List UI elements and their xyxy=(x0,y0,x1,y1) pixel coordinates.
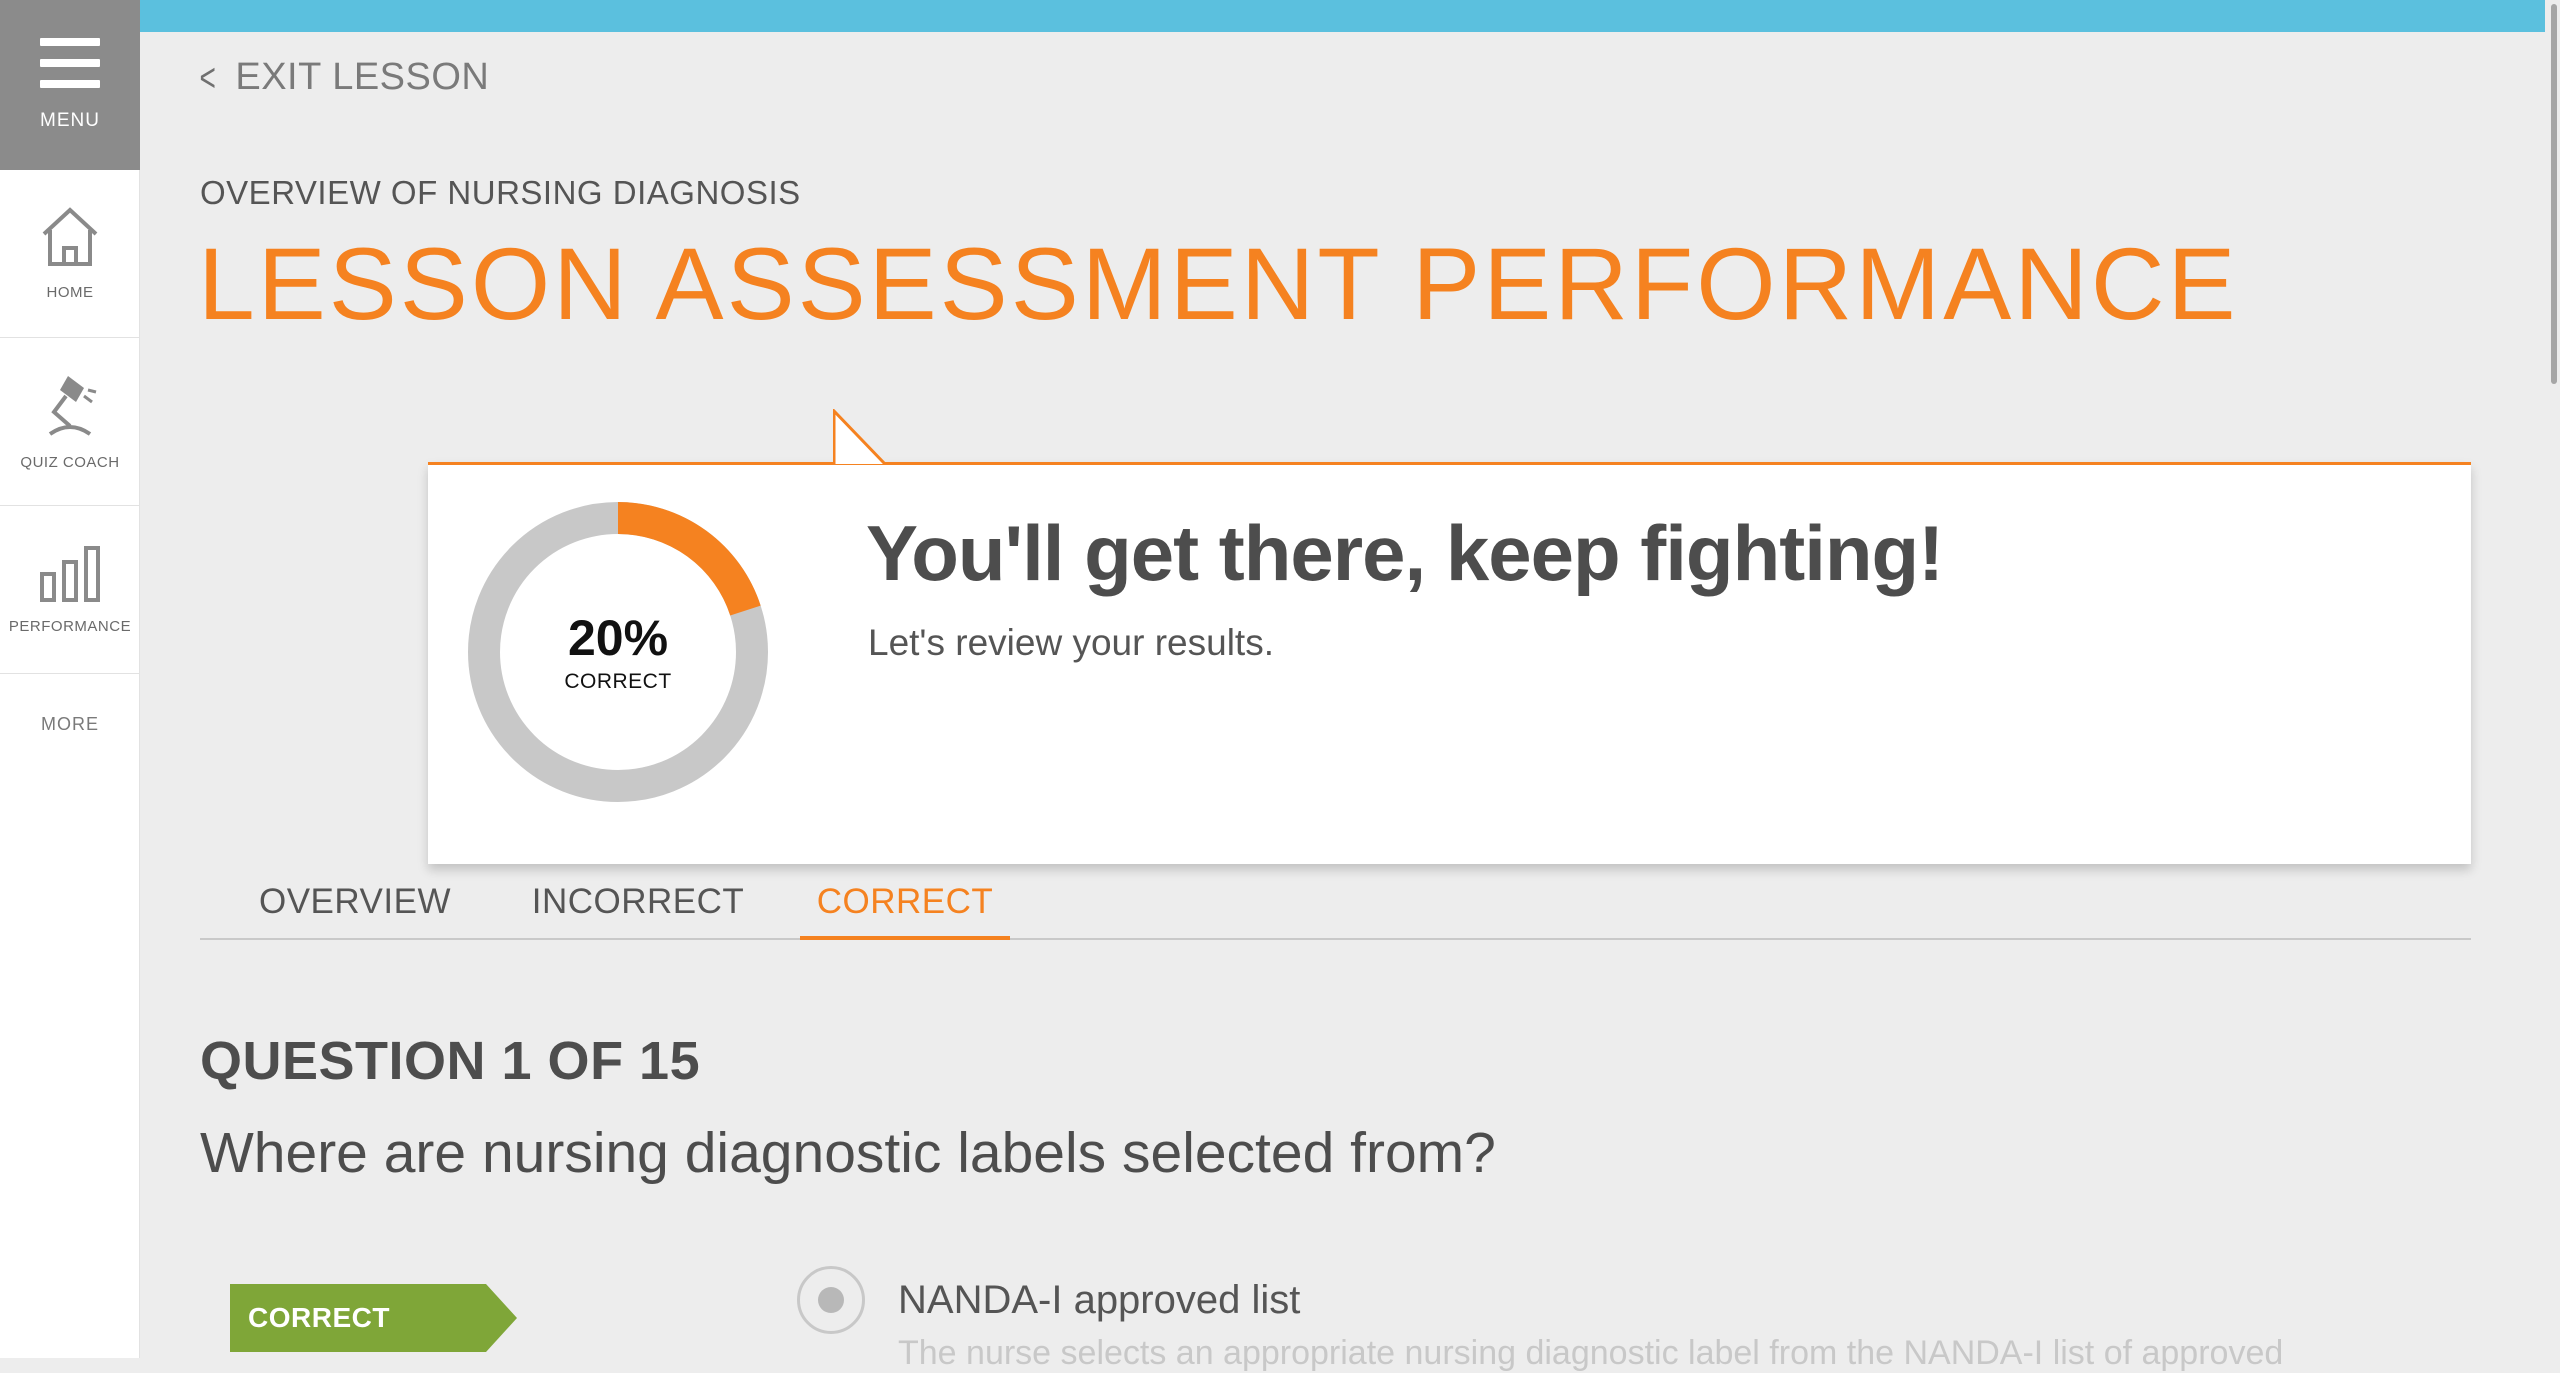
correct-badge: CORRECT xyxy=(230,1284,517,1352)
sidebar-item-performance[interactable]: PERFORMANCE xyxy=(0,506,140,674)
sidebar-item-label: HOME xyxy=(46,284,94,301)
sidebar-item-quiz-coach[interactable]: QUIZ COACH xyxy=(0,338,140,506)
home-icon xyxy=(42,207,98,266)
answer-text: NANDA-I approved list xyxy=(898,1278,1301,1322)
score-percent: 20% xyxy=(567,610,669,666)
top-bar xyxy=(140,0,2545,32)
scrollbar[interactable] xyxy=(2545,0,2560,1358)
exit-lesson-link[interactable]: < EXIT LESSON xyxy=(196,56,489,99)
sidebar-item-home[interactable]: HOME xyxy=(0,170,140,338)
donut-progress xyxy=(617,502,761,616)
result-headline: You'll get there, keep fighting! xyxy=(866,509,1944,597)
lesson-subtitle: OVERVIEW OF NURSING DIAGNOSIS xyxy=(200,174,801,211)
answer-radio[interactable] xyxy=(797,1266,865,1334)
tab-overview[interactable]: OVERVIEW xyxy=(250,882,460,940)
tab-correct[interactable]: CORRECT xyxy=(800,882,1010,940)
result-tabs: OVERVIEW INCORRECT CORRECT xyxy=(200,872,2471,940)
exit-lesson-label: EXIT LESSON xyxy=(235,56,490,98)
tab-incorrect[interactable]: INCORRECT xyxy=(520,882,756,940)
more-button[interactable]: MORE xyxy=(0,674,140,774)
result-subline: Let's review your results. xyxy=(868,622,1274,663)
card-notch xyxy=(833,409,887,465)
radio-dot xyxy=(818,1287,844,1313)
answer-rationale: The nurse selects an appropriate nursing… xyxy=(898,1334,2284,1372)
sidebar-item-label: QUIZ COACH xyxy=(20,454,120,471)
sidebar: MENU HOME QUIZ COACH PERFORMANCE MORE xyxy=(0,0,140,1358)
chevron-left-icon: < xyxy=(199,55,216,100)
page-title: LESSON ASSESSMENT PERFORMANCE xyxy=(198,227,2239,341)
question-number: QUESTION 1 OF 15 xyxy=(200,1031,701,1091)
bar-chart-icon xyxy=(40,546,100,602)
menu-label: MENU xyxy=(40,110,100,131)
scrollbar-thumb[interactable] xyxy=(2551,4,2557,384)
menu-button[interactable]: MENU xyxy=(0,0,140,170)
question-text: Where are nursing diagnostic labels sele… xyxy=(200,1121,1496,1185)
hamburger-icon xyxy=(40,38,100,88)
sidebar-item-label: PERFORMANCE xyxy=(8,618,132,635)
score-label: CORRECT xyxy=(564,670,672,693)
lamp-icon xyxy=(48,376,97,436)
